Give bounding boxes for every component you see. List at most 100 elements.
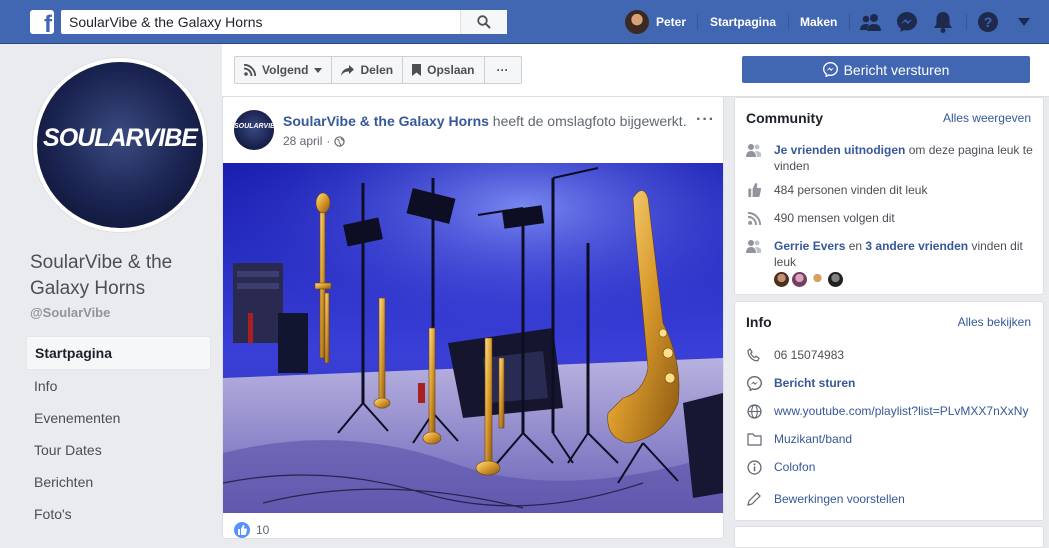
left-column: SOULARVIBE SoularVibe & the Galaxy Horns… bbox=[0, 44, 222, 537]
post-author-avatar[interactable]: SOULARVIBE bbox=[234, 110, 274, 150]
svg-text:?: ? bbox=[984, 14, 993, 30]
globe-icon bbox=[334, 135, 346, 147]
top-navigation-bar: f Peter Startpagina Maken ? bbox=[0, 0, 1049, 44]
sidebar-item-info[interactable]: Info bbox=[26, 370, 211, 402]
reactions-summary[interactable]: 10 bbox=[234, 522, 269, 538]
more-options-button[interactable]: ··· bbox=[485, 57, 521, 83]
meta-separator: · bbox=[326, 134, 331, 148]
phone-icon bbox=[746, 347, 762, 363]
profile-picture[interactable]: SOULARVIBE bbox=[33, 58, 207, 232]
post-options-button[interactable]: ··· bbox=[696, 111, 715, 129]
sidebar-item-home[interactable]: Startpagina bbox=[26, 336, 211, 370]
friends-like-text: Gerrie Evers en 3 andere vrienden vinden… bbox=[774, 238, 1036, 270]
friends-like-row: Gerrie Evers en 3 andere vrienden vinden… bbox=[746, 238, 1036, 270]
send-message-label: Bericht versturen bbox=[843, 61, 950, 78]
invite-friends-text: Je vrienden uitnodigen om deze pagina le… bbox=[774, 142, 1036, 174]
page-handle[interactable]: @SoularVibe bbox=[30, 305, 110, 320]
chevron-down-icon[interactable] bbox=[1013, 11, 1035, 33]
friend-requests-icon[interactable] bbox=[860, 11, 882, 33]
sidebar-item-events[interactable]: Evenementen bbox=[26, 402, 211, 434]
colofon-row: Colofon bbox=[746, 459, 1036, 475]
follow-label: Volgend bbox=[262, 63, 309, 77]
page-follows-text: 490 mensen volgen dit bbox=[774, 211, 895, 225]
caret-down-icon bbox=[314, 67, 323, 73]
globe-icon bbox=[746, 403, 762, 419]
page-title: SoularVibe & the Galaxy Horns bbox=[30, 252, 173, 299]
divider bbox=[697, 14, 698, 30]
rss-icon bbox=[746, 210, 762, 226]
category-folder-icon bbox=[746, 431, 762, 447]
cover-photo[interactable] bbox=[223, 163, 723, 513]
feed-post: SOULARVIBE SoularVibe & the Galaxy Horns… bbox=[222, 96, 724, 539]
post-action-text: heeft de omslagfoto bijgewerkt. bbox=[488, 113, 687, 129]
logo-text: SOULARVIBE bbox=[43, 124, 198, 152]
page-navigation: Startpagina Info Evenementen Tour Dates … bbox=[26, 336, 211, 530]
search-icon bbox=[477, 15, 491, 29]
website-link[interactable]: www.youtube.com/playlist?list=PLvMXX7nXx… bbox=[774, 403, 1028, 419]
suggest-edits-row: Bewerkingen voorstellen bbox=[746, 491, 1036, 507]
divider bbox=[849, 14, 850, 30]
divider bbox=[966, 14, 967, 30]
sidebar-item-photos[interactable]: Foto's bbox=[26, 498, 211, 530]
sidebar-item-tour-dates[interactable]: Tour Dates bbox=[26, 434, 211, 466]
page-follows-row: 490 mensen volgen dit bbox=[746, 210, 1036, 226]
share-label: Delen bbox=[360, 63, 394, 77]
friend-and-text: en bbox=[845, 239, 866, 253]
share-arrow-icon bbox=[341, 64, 355, 76]
facebook-logo[interactable]: f bbox=[30, 10, 54, 34]
friend-avatar[interactable] bbox=[828, 272, 843, 287]
info-see-all-link[interactable]: Alles bekijken bbox=[958, 315, 1031, 329]
share-button[interactable]: Delen bbox=[332, 57, 404, 83]
friend-avatar[interactable] bbox=[792, 272, 807, 287]
friend-avatar[interactable] bbox=[810, 272, 825, 287]
post-date[interactable]: 28 april bbox=[283, 134, 322, 148]
community-card: Community Alles weergeven Je vrienden ui… bbox=[734, 97, 1044, 295]
website-row: www.youtube.com/playlist?list=PLvMXX7nXx… bbox=[746, 403, 1036, 419]
suggest-edits-link[interactable]: Bewerkingen voorstellen bbox=[774, 491, 905, 507]
page-logo: SOULARVIBE bbox=[37, 62, 203, 228]
other-friends-link[interactable]: 3 andere vrienden bbox=[865, 239, 968, 253]
category-row: Muzikant/band bbox=[746, 431, 1036, 447]
help-icon[interactable]: ? bbox=[977, 11, 999, 33]
thumbs-up-icon bbox=[746, 182, 762, 198]
sidebar-item-posts[interactable]: Berichten bbox=[26, 466, 211, 498]
invite-friends-link[interactable]: Je vrienden uitnodigen bbox=[774, 143, 905, 157]
friend-avatar[interactable] bbox=[774, 272, 789, 287]
send-message-button[interactable]: Bericht versturen bbox=[742, 56, 1030, 83]
messenger-icon[interactable] bbox=[896, 11, 918, 33]
send-message-link[interactable]: Bericht sturen bbox=[774, 375, 855, 391]
bookmark-icon bbox=[412, 64, 422, 76]
home-link[interactable]: Startpagina bbox=[710, 15, 776, 29]
community-see-all-link[interactable]: Alles weergeven bbox=[943, 111, 1031, 125]
profile-link[interactable]: Peter bbox=[625, 10, 686, 34]
friend-avatars bbox=[774, 272, 843, 287]
create-link[interactable]: Maken bbox=[800, 15, 837, 29]
invite-friends-row: Je vrienden uitnodigen om deze pagina le… bbox=[746, 142, 1036, 174]
page-action-bar: Volgend Delen Opslaan ··· Bericht verstu… bbox=[222, 44, 1049, 97]
category-link[interactable]: Muzikant/band bbox=[774, 431, 852, 447]
post-meta: 28 april · bbox=[283, 134, 346, 148]
colofon-link[interactable]: Colofon bbox=[774, 459, 815, 475]
post-header: SoularVibe & the Galaxy Horns heeft de o… bbox=[283, 113, 693, 129]
friend-name-link[interactable]: Gerrie Evers bbox=[774, 239, 845, 253]
like-count: 10 bbox=[256, 523, 270, 537]
post-author-link[interactable]: SoularVibe & the Galaxy Horns bbox=[283, 113, 489, 129]
search-box bbox=[61, 10, 507, 34]
info-card: Info Alles bekijken 06 15074983 Bericht … bbox=[734, 301, 1044, 521]
page-action-buttons: Volgend Delen Opslaan ··· bbox=[234, 56, 522, 84]
messenger-icon bbox=[822, 62, 838, 77]
search-button[interactable] bbox=[460, 10, 507, 34]
phone-row: 06 15074983 bbox=[746, 347, 1036, 363]
friends-icon bbox=[746, 238, 762, 254]
next-card bbox=[734, 526, 1044, 548]
notifications-bell-icon[interactable] bbox=[932, 11, 954, 33]
phone-number: 06 15074983 bbox=[774, 348, 845, 362]
follow-button[interactable]: Volgend bbox=[235, 57, 333, 83]
community-title: Community bbox=[746, 110, 823, 126]
message-row: Bericht sturen bbox=[746, 375, 1036, 391]
like-reaction-icon bbox=[234, 522, 250, 538]
user-name: Peter bbox=[656, 15, 687, 29]
search-input[interactable] bbox=[61, 10, 472, 34]
save-button[interactable]: Opslaan bbox=[403, 57, 485, 83]
user-avatar bbox=[625, 10, 649, 34]
